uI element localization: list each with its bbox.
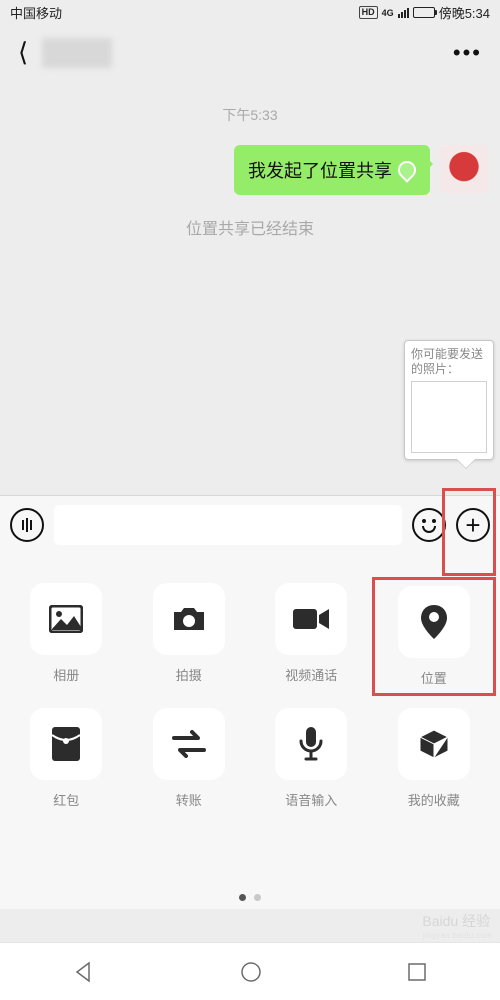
clock-label: 傍晚5:34	[439, 3, 490, 22]
red-packet-icon	[52, 727, 80, 761]
message-bubble[interactable]: 我发起了位置共享	[234, 145, 430, 195]
android-back-button[interactable]	[73, 961, 95, 983]
voice-input-toggle[interactable]	[10, 508, 44, 542]
android-home-button[interactable]	[240, 961, 262, 983]
panel-item-transfer[interactable]: 转账	[133, 708, 246, 809]
panel-item-label: 位置	[421, 668, 447, 687]
location-icon	[421, 605, 447, 639]
android-recent-button[interactable]	[407, 962, 427, 982]
panel-item-camera[interactable]: 拍摄	[133, 583, 246, 690]
panel-item-album[interactable]: 相册	[10, 583, 123, 690]
network-4g-label: 4G	[382, 8, 394, 18]
attach-plus-button[interactable]: +	[456, 508, 490, 542]
hd-icon: HD	[359, 6, 378, 19]
attachment-panel: 相册 拍摄 视频通话 位置 红包 转账 语音输入 我的收藏	[0, 553, 500, 909]
message-row: 我发起了位置共享	[0, 145, 500, 195]
watermark: Baidu 经验 jingyan.baidu.com	[422, 911, 492, 940]
timestamp: 下午5:33	[0, 105, 500, 125]
battery-icon	[413, 7, 435, 18]
status-left: 中国移动	[10, 3, 62, 22]
photo-suggestion-thumbnail[interactable]	[411, 381, 487, 453]
panel-item-label: 拍摄	[176, 665, 202, 684]
panel-item-label: 红包	[53, 790, 79, 809]
page-dot-active	[239, 894, 246, 901]
panel-item-label: 我的收藏	[408, 790, 460, 809]
android-nav-bar	[0, 942, 500, 1000]
panel-item-red-packet[interactable]: 红包	[10, 708, 123, 809]
cube-icon	[418, 728, 450, 760]
panel-item-label: 视频通话	[285, 665, 337, 684]
page-dot	[254, 894, 261, 901]
signal-icon	[398, 8, 409, 18]
photo-suggestion-popup[interactable]: 你可能要发送的照片：	[404, 340, 494, 460]
watermark-url: jingyan.baidu.com	[422, 931, 492, 940]
panel-item-voice-input[interactable]: 语音输入	[255, 708, 368, 809]
camera-icon	[171, 605, 207, 633]
input-bar: +	[0, 495, 500, 553]
panel-item-label: 转账	[176, 790, 202, 809]
page-indicator	[0, 894, 500, 901]
message-input[interactable]	[54, 505, 402, 545]
more-button[interactable]: •••	[445, 36, 490, 70]
panel-item-label: 相册	[53, 665, 79, 684]
nav-bar: ⟨ •••	[0, 25, 500, 80]
panel-item-favorites[interactable]: 我的收藏	[378, 708, 491, 809]
watermark-brand: Baidu 经验	[422, 911, 492, 931]
panel-item-video-call[interactable]: 视频通话	[255, 583, 368, 690]
voice-wave-icon	[22, 518, 32, 532]
location-pin-icon	[394, 157, 419, 182]
panel-item-location[interactable]: 位置	[372, 577, 497, 696]
panel-item-label: 语音输入	[285, 790, 337, 809]
emoji-button[interactable]	[412, 508, 446, 542]
photo-suggestion-text: 你可能要发送的照片：	[411, 347, 487, 377]
image-icon	[49, 605, 83, 633]
system-message: 位置共享已经结束	[0, 215, 500, 239]
plus-icon: +	[465, 512, 480, 538]
status-right: HD 4G 傍晚5:34	[359, 3, 490, 22]
microphone-icon	[299, 727, 323, 761]
message-text: 我发起了位置共享	[248, 157, 392, 183]
status-bar: 中国移动 HD 4G 傍晚5:34	[0, 0, 500, 25]
video-icon	[293, 607, 329, 631]
back-button[interactable]: ⟨	[10, 33, 36, 72]
avatar[interactable]	[440, 145, 488, 193]
carrier-label: 中国移动	[10, 3, 62, 22]
contact-name-blurred	[42, 38, 112, 68]
transfer-icon	[172, 730, 206, 758]
